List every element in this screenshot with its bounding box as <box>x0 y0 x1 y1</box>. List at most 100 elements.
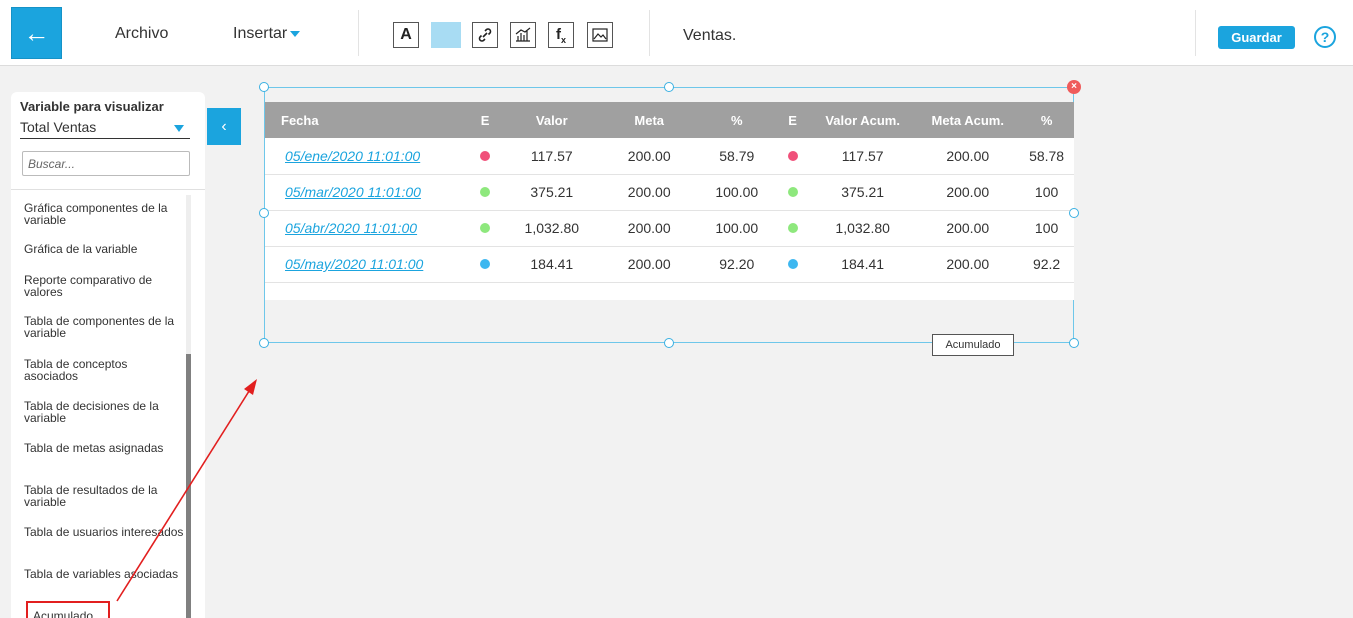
document-title: Ventas. <box>683 27 737 44</box>
value-cell: 184.41 <box>530 256 574 272</box>
help-icon[interactable]: ? <box>1314 26 1336 48</box>
image-icon[interactable] <box>587 22 613 48</box>
table-row: 05/abr/2020 11:01:00 1,032.80 200.00 100.00… <box>265 210 1074 246</box>
accumulated-percent-cell: 58.78 <box>1029 147 1065 164</box>
annotation-highlight-box <box>26 601 110 618</box>
goal-cell: 200.00 <box>627 220 671 236</box>
color-fill-icon[interactable] <box>431 22 461 48</box>
percent-cell: 58.79 <box>719 147 755 164</box>
accumulated-value-cell: 117.57 <box>841 147 884 164</box>
column-header: Meta <box>634 112 665 128</box>
status-dot-icon <box>787 259 798 269</box>
sidebar-item-grafica-variable[interactable]: Gráfica de la variable <box>24 243 184 255</box>
accumulated-percent-cell: 92.2 <box>1032 256 1061 272</box>
sidebar: Variable para visualizar Total Ventas Gr… <box>11 92 205 618</box>
status-dot-icon <box>480 223 491 233</box>
accumulated-goal-cell: 200.00 <box>946 147 990 164</box>
accumulated-goal-cell: 200.00 <box>946 220 990 236</box>
toolbar-divider <box>1195 10 1196 56</box>
percent-cell: 92.20 <box>719 256 755 272</box>
remove-widget-icon[interactable]: × <box>1067 80 1081 94</box>
column-header: E <box>788 112 797 128</box>
formula-icon[interactable]: fx <box>548 22 574 48</box>
accumulated-percent-cell: 100 <box>1034 184 1059 200</box>
goal-cell: 200.00 <box>627 256 671 272</box>
chevron-down-icon <box>174 125 184 132</box>
sidebar-item-tabla-conceptos[interactable]: Tabla de conceptos asociados <box>24 358 184 382</box>
column-header: Valor <box>535 112 568 128</box>
column-header: Valor Acum. <box>825 112 900 128</box>
accumulated-goal-cell: 200.00 <box>946 184 990 200</box>
back-button[interactable]: ← <box>11 7 62 59</box>
value-cell: 375.21 <box>530 184 574 200</box>
results-table-container: Fecha E Valor Meta % E Valor Acum. Meta … <box>265 102 1074 300</box>
caret-down-icon <box>290 30 301 37</box>
search-input[interactable] <box>22 151 190 176</box>
text-tool-icon[interactable]: A <box>393 22 419 48</box>
status-dot-accumulated <box>776 210 809 246</box>
date-link[interactable]: 05/may/2020 11:01:00 <box>265 246 468 282</box>
sidebar-item-grafica-componentes[interactable]: Gráfica componentes de la variable <box>24 202 184 226</box>
value-cell: 1,032.80 <box>524 220 580 236</box>
chart-icon[interactable] <box>510 22 536 48</box>
status-dot <box>468 138 503 174</box>
status-dot-icon <box>787 187 798 197</box>
top-toolbar: ← Archivo Insertar A fx Ventas. Guardar … <box>0 0 1353 66</box>
left-arrow-icon: ← <box>23 18 50 48</box>
menu-archivo[interactable]: Archivo <box>115 25 168 43</box>
date-link[interactable]: 05/abr/2020 11:01:00 <box>265 210 468 246</box>
accumulated-percent-cell: 100 <box>1034 220 1059 236</box>
column-header: Meta Acum. <box>931 112 1004 128</box>
save-button[interactable]: Guardar <box>1218 26 1295 49</box>
collapse-sidebar-button[interactable]: ‹ <box>207 108 241 145</box>
table-row: 05/may/2020 11:01:00 184.41 200.00 92.20 184… <box>265 246 1074 282</box>
column-header: % <box>731 112 743 128</box>
sidebar-divider <box>11 189 205 190</box>
resize-handle-bottom-center[interactable] <box>664 338 674 348</box>
menu-insertar[interactable]: Insertar <box>233 25 301 43</box>
percent-cell: 100.00 <box>715 220 759 236</box>
resize-handle-bottom-right[interactable] <box>1069 338 1079 348</box>
resize-handle-middle-right[interactable] <box>1069 208 1079 218</box>
status-dot <box>468 174 503 210</box>
percent-cell: 100.00 <box>715 184 759 200</box>
accumulated-value-cell: 1,032.80 <box>835 220 890 236</box>
resize-handle-top-center[interactable] <box>664 82 674 92</box>
status-dot-accumulated <box>776 246 809 282</box>
sidebar-item-tabla-decisiones[interactable]: Tabla de decisiones de la variable <box>24 400 184 424</box>
link-icon[interactable] <box>472 22 498 48</box>
results-table: Fecha E Valor Meta % E Valor Acum. Meta … <box>265 102 1074 283</box>
accumulated-value-cell: 375.21 <box>841 184 885 200</box>
status-dot-accumulated <box>776 174 809 210</box>
date-link[interactable]: 05/ene/2020 11:01:00 <box>265 138 468 174</box>
sidebar-item-tabla-usuarios[interactable]: Tabla de usuarios interesados <box>24 526 184 538</box>
status-dot-icon <box>787 223 798 233</box>
variable-select-value: Total Ventas <box>20 119 97 135</box>
status-dot <box>468 210 503 246</box>
sidebar-scrollbar-thumb[interactable] <box>186 354 191 618</box>
toolbar-divider <box>358 10 359 56</box>
sidebar-item-tabla-variables[interactable]: Tabla de variables asociadas <box>24 568 184 580</box>
resize-handle-bottom-left[interactable] <box>259 338 269 348</box>
status-dot-icon <box>480 259 491 269</box>
sidebar-item-tabla-metas[interactable]: Tabla de metas asignadas <box>24 442 184 454</box>
sidebar-item-reporte-comparativo[interactable]: Reporte comparativo de valores <box>24 274 184 298</box>
status-dot-icon <box>480 150 491 161</box>
status-dot-icon <box>480 187 491 197</box>
sidebar-item-tabla-componentes[interactable]: Tabla de componentes de la variable <box>24 315 184 339</box>
variable-select[interactable]: Total Ventas <box>20 119 190 139</box>
goal-cell: 200.00 <box>627 147 671 164</box>
resize-handle-top-left[interactable] <box>259 82 269 92</box>
accumulated-goal-cell: 200.00 <box>946 256 990 272</box>
status-dot-accumulated <box>776 138 809 174</box>
column-header: E <box>480 112 490 128</box>
menu-insertar-label: Insertar <box>233 25 288 42</box>
chevron-left-icon: ‹ <box>221 118 227 135</box>
resize-handle-middle-left[interactable] <box>259 208 269 218</box>
sidebar-item-tabla-resultados[interactable]: Tabla de resultados de la variable <box>24 484 184 508</box>
column-header: Fecha <box>281 112 319 128</box>
table-row: 05/ene/2020 11:01:00 117.57 200.00 58.79 117… <box>265 138 1074 174</box>
status-dot <box>468 246 503 282</box>
widget-tooltip: Acumulado <box>932 334 1014 356</box>
date-link[interactable]: 05/mar/2020 11:01:00 <box>265 174 468 210</box>
